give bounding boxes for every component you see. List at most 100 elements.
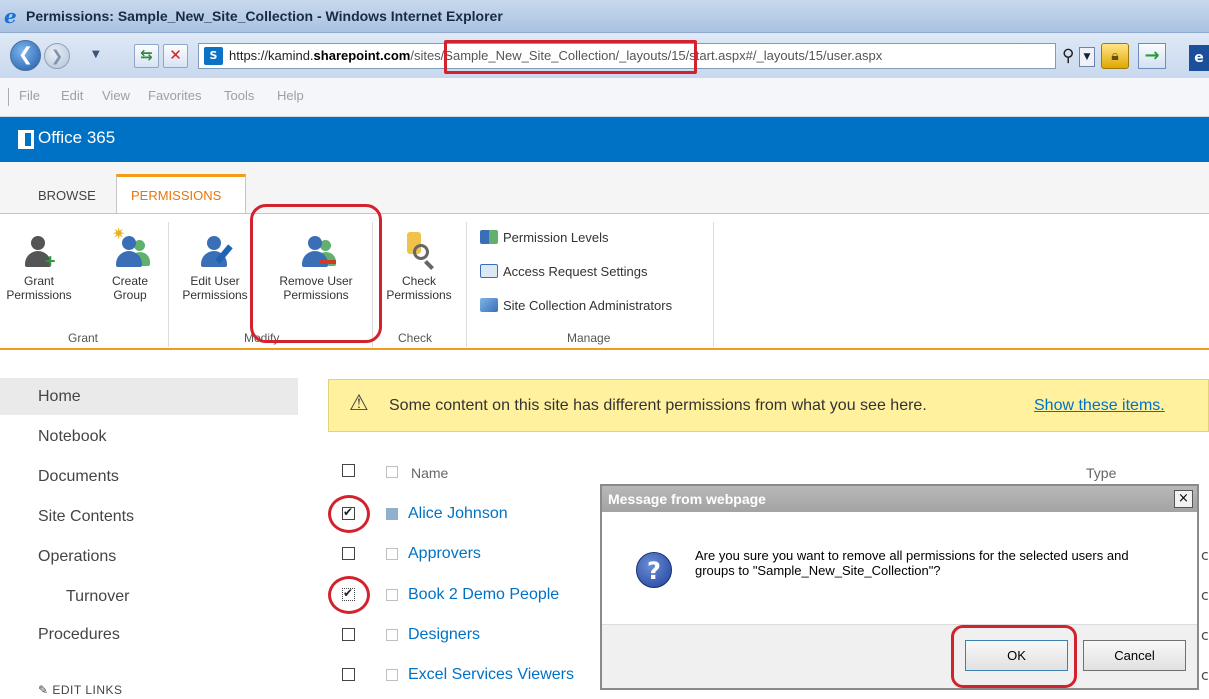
grant-permissions-label-2: Permissions [6, 288, 72, 302]
menu-view[interactable]: View [102, 88, 130, 103]
nav-operations[interactable]: Operations [38, 548, 116, 566]
nav-turnover[interactable]: Turnover [66, 588, 129, 606]
row-select-icon [386, 589, 398, 601]
edit-links-button[interactable]: ✎ EDIT LINKS [38, 683, 123, 697]
cancel-button[interactable]: Cancel [1083, 640, 1186, 671]
edit-user-permissions-label-2: Permissions [182, 288, 248, 302]
check-permissions-button[interactable]: Check Permissions [378, 230, 460, 302]
warning-icon: ⚠ [349, 391, 369, 416]
search-icon[interactable]: ⚲ [1062, 46, 1074, 66]
table-row[interactable]: Designers [408, 626, 480, 644]
type-column-fragment: c [1201, 628, 1209, 644]
row-select-icon [386, 629, 398, 641]
history-dropdown-icon[interactable]: ▼ [92, 49, 100, 60]
permissions-warning-banner: ⚠ Some content on this site has differen… [328, 379, 1209, 432]
table-row[interactable]: Book 2 Demo People [408, 586, 559, 604]
go-arrow-icon[interactable]: → [1138, 43, 1166, 69]
site-collection-administrators-label: Site Collection Administrators [503, 298, 673, 313]
ribbon: + Grant Permissions ✷ Create Group Grant… [0, 213, 1209, 350]
check-permissions-icon [399, 230, 439, 274]
browser-edge-tab: e [1189, 45, 1209, 71]
create-group-icon: ✷ [110, 227, 150, 274]
tab-browse[interactable]: BROWSE [38, 188, 96, 203]
nav-notebook[interactable]: Notebook [38, 428, 107, 446]
row-checkbox[interactable] [342, 628, 355, 641]
select-all-checkbox[interactable] [342, 464, 355, 477]
ribbon-separator [466, 222, 467, 347]
show-these-items-link[interactable]: Show these items. [1034, 397, 1165, 415]
nav-site-contents[interactable]: Site Contents [38, 508, 134, 526]
question-icon: ? [636, 552, 672, 588]
lock-icon[interactable]: 🔒︎ [1101, 43, 1129, 69]
grant-permissions-icon: + [19, 234, 59, 274]
table-row[interactable]: Alice Johnson [408, 505, 508, 523]
nav-procedures[interactable]: Procedures [38, 626, 120, 644]
permission-levels-icon [480, 230, 498, 244]
edit-user-permissions-icon [195, 234, 235, 274]
menubar-grip [8, 88, 10, 106]
nav-documents[interactable]: Documents [38, 468, 119, 486]
dialog-footer: OK Cancel [602, 624, 1197, 688]
edit-user-permissions-button[interactable]: Edit User Permissions [176, 234, 254, 302]
ie-logo-icon: e [4, 4, 17, 28]
dialog-title: Message from webpage [602, 486, 1197, 512]
type-column-fragment: c [1201, 668, 1209, 684]
permission-levels-button[interactable]: Permission Levels [480, 230, 609, 245]
table-row[interactable]: Excel Services Viewers [408, 666, 574, 684]
url-highlight-annotation [444, 40, 697, 74]
warning-text: Some content on this site has different … [389, 397, 927, 414]
column-header-name[interactable]: Name [411, 465, 448, 481]
access-request-settings-button[interactable]: Access Request Settings [480, 264, 648, 279]
create-group-label-2: Group [113, 288, 147, 302]
address-dropdown-icon[interactable]: ▼ [1079, 47, 1095, 67]
type-column-fragment: c [1201, 588, 1209, 604]
dialog-message: Are you sure you want to remove all perm… [695, 548, 1129, 578]
grant-permissions-label-1: Grant [23, 274, 54, 288]
menu-file[interactable]: File [19, 88, 40, 103]
office-logo-icon[interactable] [18, 130, 34, 149]
row-checkbox[interactable] [342, 547, 355, 560]
menu-favorites[interactable]: Favorites [148, 88, 201, 103]
create-group-label-1: Create [111, 274, 149, 288]
grant-permissions-button[interactable]: + Grant Permissions [2, 234, 76, 302]
access-request-settings-icon [480, 264, 498, 278]
close-icon[interactable]: × [1174, 490, 1193, 508]
back-arrow-icon[interactable]: ❮ [10, 40, 41, 71]
create-group-button[interactable]: ✷ Create Group [100, 227, 160, 302]
office365-brand[interactable]: Office 365 [38, 128, 115, 148]
stop-icon[interactable]: ✕ [163, 44, 188, 68]
window-titlebar: e Permissions: Sample_New_Site_Collectio… [0, 0, 1209, 33]
checkbox-highlight-annotation [328, 576, 370, 614]
menu-tools[interactable]: Tools [224, 88, 254, 103]
browser-menubar: File Edit View Favorites Tools Help [0, 78, 1209, 117]
sharepoint-site-icon: S [204, 47, 223, 65]
group-label-check: Check [398, 331, 433, 345]
ribbon-tabs: BROWSE PERMISSIONS [0, 162, 1209, 216]
pencil-icon: ✎ [38, 683, 53, 697]
menu-edit[interactable]: Edit [61, 88, 83, 103]
row-checkbox[interactable] [342, 668, 355, 681]
nav-home[interactable]: Home [38, 388, 81, 406]
refresh-icon[interactable]: ⇆ [134, 44, 159, 68]
table-row[interactable]: Approvers [408, 545, 481, 563]
confirm-dialog: Message from webpage × ? Are you sure yo… [600, 484, 1199, 690]
select-all-icon [386, 466, 398, 478]
window-title: Permissions: Sample_New_Site_Collection … [26, 8, 503, 24]
site-collection-administrators-button[interactable]: Site Collection Administrators [480, 298, 672, 313]
remove-user-permissions-highlight-annotation [250, 204, 382, 343]
menu-help[interactable]: Help [277, 88, 304, 103]
forward-arrow-icon[interactable]: ❯ [44, 43, 70, 69]
browser-navbar: ❮ ❯ ▼ ⇆ ✕ S https://kamind.sharepoint.co… [0, 33, 1209, 78]
access-request-settings-label: Access Request Settings [503, 264, 648, 279]
ribbon-separator [168, 222, 169, 347]
edit-links-label: EDIT LINKS [52, 683, 123, 697]
ribbon-separator [713, 222, 714, 347]
group-label-grant: Grant [68, 331, 99, 345]
type-column-fragment: c [1201, 548, 1209, 564]
check-permissions-label-1: Check [401, 274, 436, 288]
check-permissions-label-2: Permissions [386, 288, 452, 302]
permission-levels-label: Permission Levels [503, 230, 609, 245]
tab-permissions[interactable]: PERMISSIONS [131, 188, 221, 203]
row-select-icon [386, 508, 398, 520]
column-header-type[interactable]: Type [1086, 465, 1116, 481]
